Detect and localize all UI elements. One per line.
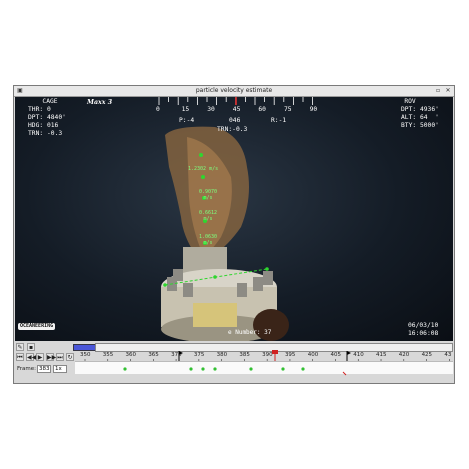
trn-readout: TRN:-0.3: [217, 126, 248, 133]
loop-icon[interactable]: ↻: [66, 353, 74, 361]
oceaneering-logo: OCEANEERING: [18, 323, 56, 330]
annotation-dot[interactable]: [201, 367, 205, 371]
brand-logo: Maxx 3: [87, 99, 113, 106]
timeline-tick-label: 415: [376, 352, 387, 358]
select-tool-icon[interactable]: ▪: [27, 343, 35, 351]
annotation-markers: [123, 367, 347, 376]
heading-scale-label: 45: [232, 106, 241, 113]
cage-line-3: HDG: 016: [28, 122, 59, 129]
frame-label: Frame:: [17, 366, 36, 372]
title-bar: ▣ particle velocity estimate ▫ ✕: [14, 86, 454, 97]
transport-bar: ⏮ ◀◀ ▶ ▶▶ ⏭ ↻ 350 355 360 365 370 375 380 385 39…: [15, 350, 453, 385]
timeline-tick-label: 365: [148, 352, 159, 358]
timeline-tick-label: 355: [103, 352, 114, 358]
scale-point: [163, 283, 167, 287]
velocity-label-3: 0.6612 m/s: [199, 210, 218, 222]
timeline-tick-label: 405: [330, 352, 341, 358]
heading-scale-label: 30: [207, 106, 215, 113]
speed-input[interactable]: 1x: [53, 365, 67, 373]
annotation-dot[interactable]: [213, 367, 217, 371]
playhead-handle[interactable]: [272, 350, 278, 354]
velocity-label-4: 1.0630 m/s: [199, 234, 218, 246]
scale-point: [213, 275, 217, 279]
heading-scale-label: 0: [156, 106, 160, 113]
first-frame-icon[interactable]: ⏮: [16, 353, 24, 361]
step-back-icon[interactable]: ◀◀: [26, 353, 36, 361]
timeline-tick-label: 43: [444, 352, 451, 358]
minimize-icon[interactable]: ▫: [434, 87, 442, 94]
velocity-label-2: 0.9070 m/s: [199, 189, 218, 201]
timeline-tick-label: 380: [217, 352, 228, 358]
timeline-tick-label: 420: [399, 352, 410, 358]
annotation-dot[interactable]: [249, 367, 253, 371]
rov-title: ROV: [404, 98, 416, 105]
heading-scale-label: 15: [181, 106, 190, 113]
step-forward-icon[interactable]: ▶▶: [46, 353, 56, 361]
cage-line-1: THR: 0: [28, 106, 51, 113]
date-stamp: 06/03/10: [408, 322, 439, 329]
rov-line-1: DPT: 4936': [401, 106, 439, 113]
annotation-dot[interactable]: [301, 367, 305, 371]
timeline-tick-label: 375: [194, 352, 205, 358]
cage-title: CAGE: [42, 98, 58, 105]
window-menu-icon[interactable]: ▣: [16, 87, 24, 94]
timeline-tick-label: 395: [285, 352, 296, 358]
roll-readout: R:-1: [271, 117, 287, 124]
window-title: particle velocity estimate: [195, 87, 273, 94]
timeline-tick-label: 410: [353, 352, 364, 358]
pitch-readout: P:-4: [179, 117, 195, 124]
last-frame-icon[interactable]: ⏭: [56, 353, 64, 361]
heading-scale-label: 90: [309, 106, 318, 113]
flange-plate: [193, 303, 237, 327]
velocity-label-1: 1.2302 m/s: [188, 166, 219, 172]
heading-scale-label: 75: [284, 106, 292, 113]
timeline-tick-label: 350: [80, 352, 91, 358]
heading-readout: 046: [229, 117, 241, 124]
pen-tool-icon[interactable]: ✎: [16, 343, 24, 351]
dive-number: e Number: 37: [228, 329, 272, 336]
app-window: ▣ particle velocity estimate ▫ ✕ CAGE TH…: [13, 85, 455, 384]
heading-scale-label: 60: [258, 106, 266, 113]
video-frame[interactable]: CAGE THR: 0 DPT: 4840' HDG: 016 TRN: -0.…: [15, 97, 453, 341]
time-stamp: 16:06:08: [408, 330, 439, 337]
annotation-dot[interactable]: [123, 367, 127, 371]
tracking-point: [201, 175, 205, 179]
tracking-point: [199, 153, 203, 157]
keyframe-flag: [347, 351, 351, 355]
annotation-dot[interactable]: [189, 367, 193, 371]
scale-point: [265, 267, 269, 271]
timeline-tick-label: 390: [262, 352, 273, 358]
rov-line-3: BTY: 5000': [401, 122, 439, 129]
annotation-track[interactable]: [75, 361, 453, 376]
timeline-tick-label: 360: [126, 352, 137, 358]
annotation-dot[interactable]: [281, 367, 285, 371]
cage-line-2: DPT: 4840': [28, 114, 66, 121]
timeline-tick-label: 425: [422, 352, 433, 358]
frame-input[interactable]: 383: [37, 365, 51, 373]
play-icon[interactable]: ▶: [36, 353, 44, 361]
annotation-tick-red: [342, 371, 347, 376]
close-icon[interactable]: ✕: [444, 87, 452, 94]
timeline-tick-label: 400: [308, 352, 319, 358]
timeline-tick-label: 385: [239, 352, 250, 358]
rov-line-2: ALT: 64 ': [401, 114, 439, 121]
cage-line-4: TRN: -0.3: [28, 130, 63, 137]
video-scene: [161, 126, 289, 341]
